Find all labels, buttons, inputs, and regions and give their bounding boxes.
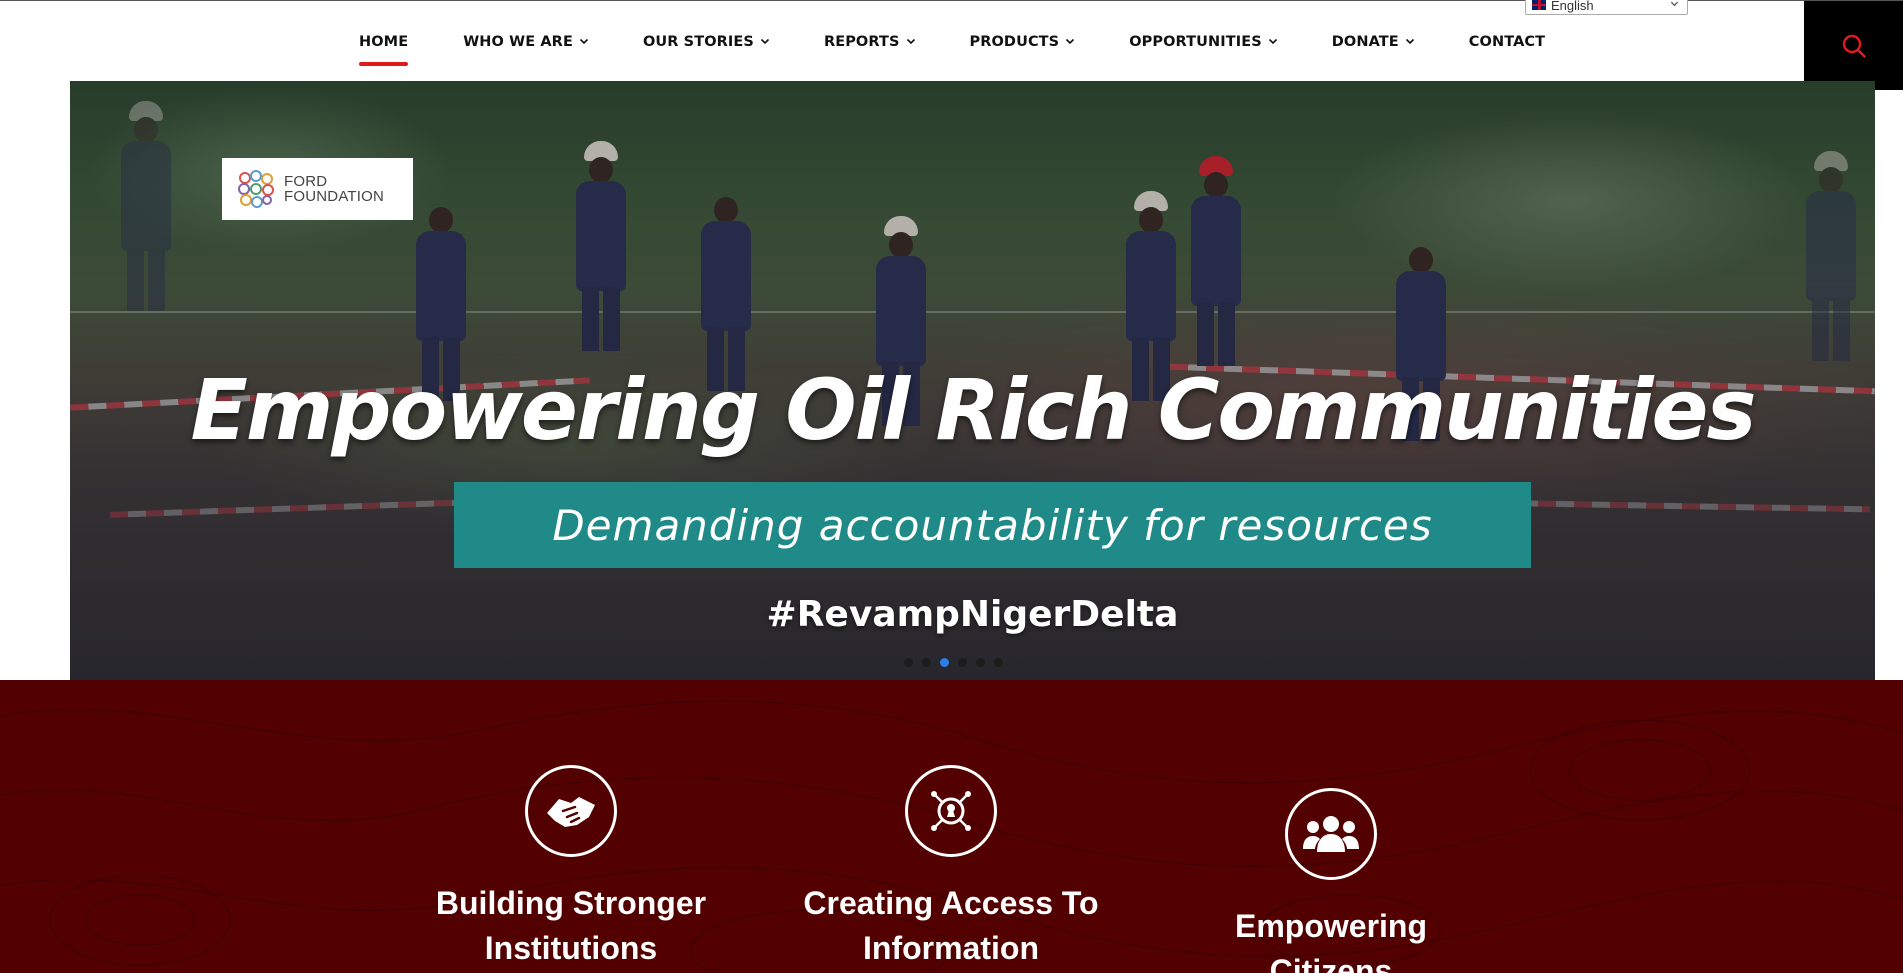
- chevron-down-icon: [1670, 1, 1679, 7]
- slider-dot-active[interactable]: [940, 658, 949, 667]
- nav-opportunities[interactable]: OPPORTUNITIES: [1129, 1, 1278, 82]
- hero-banner-text: Demanding accountability for resources: [552, 500, 1433, 550]
- chevron-down-icon: [579, 38, 589, 44]
- nav-contact-label: CONTACT: [1468, 33, 1546, 50]
- feature-title-line1: Creating Access To: [803, 885, 1099, 921]
- nav-products-label: PRODUCTS: [969, 33, 1060, 50]
- language-select[interactable]: English: [1525, 0, 1688, 15]
- ford-foundation-mark-icon: [238, 170, 274, 208]
- chevron-down-icon: [906, 38, 915, 44]
- slider-dot[interactable]: [922, 658, 931, 667]
- hero-hashtag: #RevampNigerDelta: [766, 594, 1179, 635]
- nav-who-we-are[interactable]: WHO WE ARE: [463, 1, 589, 82]
- feature-access-information: Creating Access To Information: [791, 765, 1111, 971]
- search-icon: [1842, 34, 1866, 58]
- slider-dot[interactable]: [904, 658, 913, 667]
- nav-home[interactable]: HOME: [359, 1, 409, 82]
- nav-opportunities-label: OPPORTUNITIES: [1129, 33, 1262, 50]
- nav-donate-label: DONATE: [1331, 33, 1399, 50]
- handshake-icon: [547, 797, 595, 827]
- feature-title-line2: Institutions: [484, 930, 658, 966]
- feature-icon-circle[interactable]: [1285, 788, 1377, 880]
- language-select-value: English: [1551, 0, 1594, 13]
- uk-flag-icon: [1532, 0, 1546, 10]
- slider-dot[interactable]: [958, 658, 967, 667]
- chevron-down-icon: [1268, 38, 1277, 44]
- nav-our-stories[interactable]: OUR STORIES: [643, 1, 770, 82]
- ford-logo-line2: FOUNDATION: [284, 188, 385, 205]
- people-group-icon: [1303, 816, 1359, 852]
- feature-icon-circle[interactable]: [525, 765, 617, 857]
- nav-reports[interactable]: REPORTS: [824, 1, 916, 82]
- feature-title-line1: Empowering Citizens: [1234, 908, 1427, 973]
- hero-slider[interactable]: FORD FOUNDATION Empowering Oil Rich Comm…: [70, 81, 1875, 680]
- hero-banner: Demanding accountability for resources: [454, 482, 1531, 568]
- feature-title-line2: Information: [863, 930, 1039, 966]
- feature-title-line1: Building Stronger: [435, 885, 707, 921]
- chevron-down-icon: [1405, 38, 1414, 44]
- feature-icon-circle[interactable]: [905, 765, 997, 857]
- nav-products[interactable]: PRODUCTS: [970, 1, 1076, 82]
- nav-reports-label: REPORTS: [823, 33, 900, 50]
- feature-title: Creating Access To Information: [791, 881, 1111, 971]
- search-button[interactable]: [1804, 1, 1903, 90]
- ford-foundation-wordmark: FORD FOUNDATION: [284, 174, 384, 204]
- ford-logo-line1: FORD: [284, 173, 328, 190]
- nav-who-we-are-label: WHO WE ARE: [463, 33, 573, 50]
- nav-donate[interactable]: DONATE: [1332, 1, 1415, 82]
- slider-dot[interactable]: [976, 658, 985, 667]
- chevron-down-icon: [760, 38, 770, 44]
- feature-title: Building Stronger Institutions: [411, 881, 731, 971]
- slider-dots: [904, 658, 1003, 667]
- nav-our-stories-label: OUR STORIES: [642, 33, 754, 50]
- chevron-down-icon: [1066, 38, 1075, 44]
- ford-foundation-logo: FORD FOUNDATION: [222, 158, 413, 220]
- feature-empowering-citizens: Empowering Citizens: [1171, 788, 1491, 973]
- hero-title: Empowering Oil Rich Communities: [190, 361, 1757, 459]
- site-header: HOME WHO WE ARE OUR STORIES REPORTS PROD…: [0, 0, 1903, 81]
- feature-title: Empowering Citizens: [1171, 904, 1491, 973]
- main-nav: HOME WHO WE ARE OUR STORIES REPORTS PROD…: [359, 1, 1545, 82]
- nav-home-label: HOME: [359, 33, 409, 50]
- keyhole-network-icon: [931, 791, 971, 831]
- slider-dot[interactable]: [994, 658, 1003, 667]
- feature-building-institutions: Building Stronger Institutions: [411, 765, 731, 971]
- features-section: Building Stronger Institutions Creating …: [0, 680, 1903, 973]
